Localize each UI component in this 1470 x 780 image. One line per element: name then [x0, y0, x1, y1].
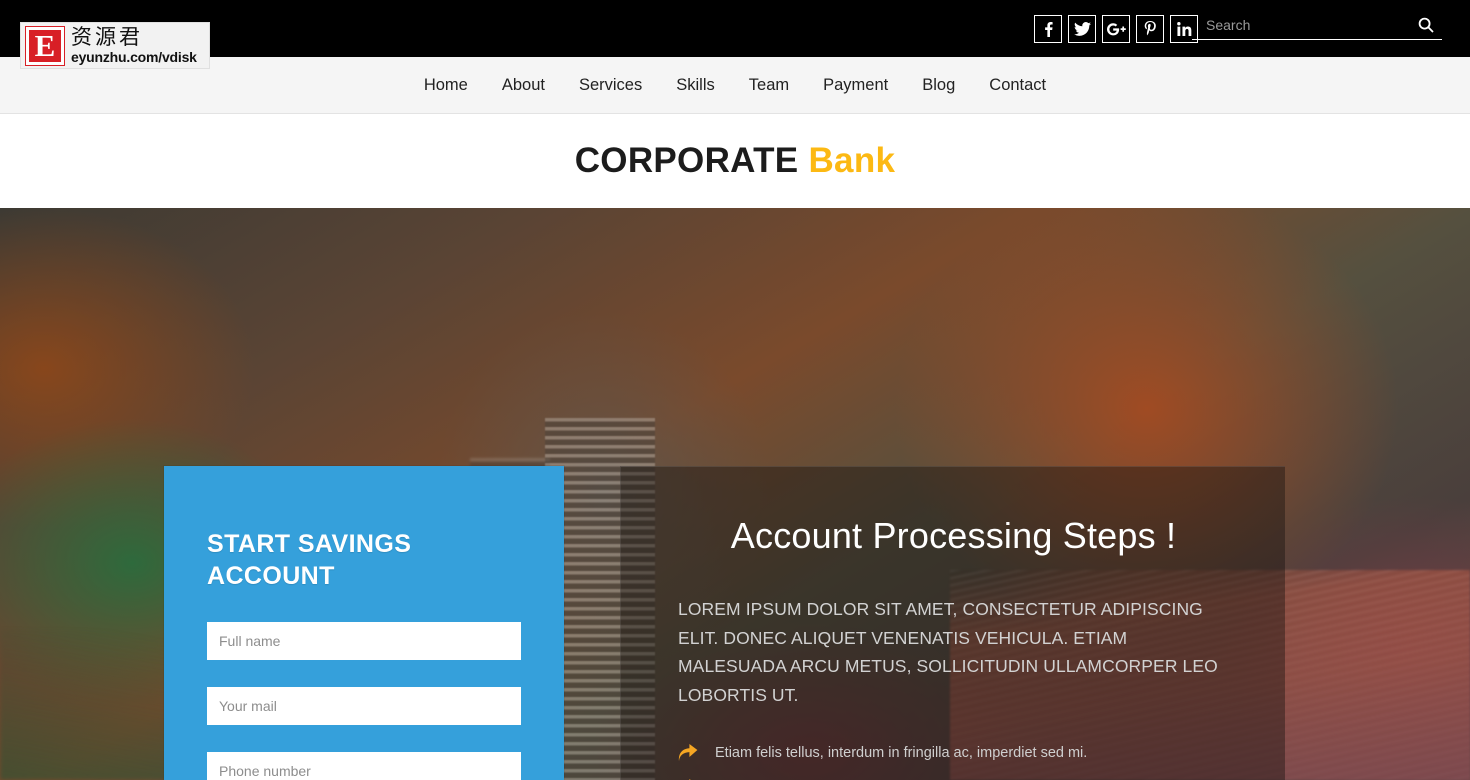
- savings-account-form: START SAVINGS ACCOUNT GET STARTED: [164, 466, 564, 780]
- steps-heading: Account Processing Steps !: [730, 515, 1177, 556]
- curved-arrow-icon: [678, 743, 700, 763]
- full-name-input[interactable]: [207, 622, 521, 660]
- hero-section: START SAVINGS ACCOUNT GET STARTED Accoun…: [0, 208, 1470, 780]
- twitter-icon[interactable]: [1068, 15, 1096, 43]
- search-icon: [1418, 17, 1434, 33]
- facebook-icon[interactable]: [1034, 15, 1062, 43]
- main-navigation: Home About Services Skills Team Payment …: [0, 57, 1470, 114]
- list-item: Etiam felis tellus, interdum in fringill…: [678, 741, 1229, 765]
- nav-item-skills[interactable]: Skills: [659, 57, 732, 113]
- logo-text: 资源君 eyunzhu.com/vdisk: [71, 25, 197, 65]
- search-button[interactable]: [1410, 17, 1442, 33]
- nav-item-services[interactable]: Services: [562, 57, 659, 113]
- email-input[interactable]: [207, 687, 521, 725]
- nav-item-payment[interactable]: Payment: [806, 57, 905, 113]
- logo-url-text: eyunzhu.com/vdisk: [71, 49, 197, 65]
- logo-mark-icon: E: [25, 25, 65, 66]
- phone-input[interactable]: [207, 752, 521, 780]
- pinterest-icon[interactable]: [1136, 15, 1164, 43]
- account-steps-panel: Account Processing Steps ! LOREM IPSUM D…: [620, 466, 1285, 780]
- list-item: Donec aliquet venenatis vehicula. Etiam …: [678, 776, 1229, 780]
- steps-lead-text: LOREM IPSUM DOLOR SIT AMET, CONSECTETUR …: [678, 599, 1218, 705]
- form-heading: START SAVINGS ACCOUNT: [207, 530, 412, 590]
- page-title-primary: CORPORATE: [574, 141, 799, 180]
- page-root: E 资源君 eyunzhu.com/vdisk Search Home Abou…: [0, 0, 1470, 780]
- nav-item-contact[interactable]: Contact: [972, 57, 1063, 113]
- list-item-label: Etiam felis tellus, interdum in fringill…: [715, 745, 1088, 761]
- nav-item-about[interactable]: About: [485, 57, 562, 113]
- page-title-accent: Bank: [808, 141, 896, 180]
- search-input[interactable]: [1192, 16, 1410, 33]
- site-logo[interactable]: E 资源君 eyunzhu.com/vdisk: [20, 22, 210, 69]
- nav-item-home[interactable]: Home: [407, 57, 485, 113]
- nav-item-blog[interactable]: Blog: [905, 57, 972, 113]
- google-plus-icon[interactable]: [1102, 15, 1130, 43]
- page-title-band: CORPORATE Bank: [0, 114, 1470, 208]
- search-bar[interactable]: [1192, 10, 1442, 40]
- steps-list: Etiam felis tellus, interdum in fringill…: [678, 741, 1229, 780]
- nav-item-team[interactable]: Team: [732, 57, 806, 113]
- top-bar: E 资源君 eyunzhu.com/vdisk: [0, 0, 1470, 69]
- page-title: CORPORATE Bank: [575, 141, 896, 181]
- logo-chinese-text: 资源君: [71, 25, 143, 49]
- social-links: [1034, 15, 1198, 43]
